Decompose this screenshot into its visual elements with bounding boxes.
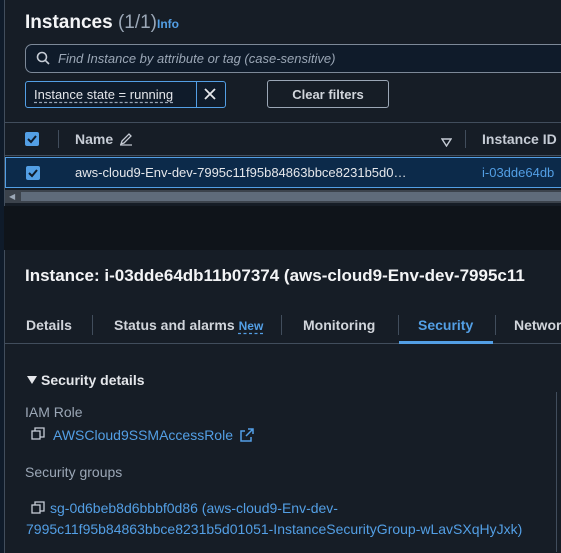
instance-count: (1/1) (117, 12, 158, 33)
security-details-title: Security details (41, 372, 145, 388)
iam-role-label: IAM Role (25, 404, 83, 420)
tab-status-label: Status and alarms (114, 317, 235, 333)
iam-role-link[interactable]: AWSCloud9SSMAccessRole (53, 427, 254, 443)
tab-details[interactable]: Details (26, 317, 72, 333)
page-title: Instances (1/1) (25, 12, 157, 34)
column-header-name[interactable]: Name (75, 131, 133, 147)
copy-icon[interactable] (31, 427, 45, 446)
column-header-instance-id[interactable]: Instance ID (482, 131, 557, 147)
search-icon (36, 51, 50, 70)
close-icon[interactable] (202, 86, 218, 107)
tab-monitoring[interactable]: Monitoring (303, 317, 375, 333)
tab-security[interactable]: Security (418, 317, 473, 333)
clear-filters-button[interactable]: Clear filters (267, 80, 389, 108)
tab-status-and-alarms[interactable]: Status and alarms New (114, 317, 263, 333)
copy-icon[interactable] (31, 501, 45, 520)
row-checkbox[interactable] (26, 166, 40, 180)
instances-panel: Instances (1/1) Info Find Instance by at… (4, 0, 561, 206)
tab-divider (398, 315, 399, 335)
security-details-toggle[interactable]: Security details (27, 372, 145, 388)
column-divider (58, 130, 59, 148)
caret-down-icon (27, 376, 37, 384)
instance-detail-panel: Instance: i-03dde64db11b07374 (aws-cloud… (4, 250, 561, 553)
scroll-left-icon[interactable]: ◀ (9, 192, 15, 201)
table-row[interactable]: aws-cloud9-Env-dev-7995c11f95b84863bbce8… (5, 157, 561, 188)
tab-divider (495, 315, 496, 335)
split-panel-divider[interactable] (4, 206, 561, 250)
column-name-label: Name (75, 131, 114, 147)
instance-name-cell: aws-cloud9-Env-dev-7995c11f95b84863bbce8… (75, 165, 407, 180)
active-tab-indicator (399, 341, 493, 344)
page-title-text: Instances (25, 12, 113, 33)
filter-token-label[interactable]: Instance state = running (34, 87, 173, 102)
checkbox-checked-icon (28, 169, 38, 178)
iam-role-value: AWSCloud9SSMAccessRole (53, 427, 233, 443)
horizontal-scrollbar[interactable]: ◀ (5, 190, 561, 203)
tab-divider (92, 315, 93, 335)
token-divider (196, 82, 197, 107)
tab-divider (281, 315, 282, 335)
new-badge: New (238, 319, 264, 333)
scrollbar-thumb[interactable] (21, 192, 561, 201)
instance-detail-title: Instance: i-03dde64db11b07374 (aws-cloud… (25, 266, 525, 285)
column-divider (556, 392, 557, 552)
filter-token[interactable]: Instance state = running (25, 81, 226, 108)
column-divider (465, 130, 466, 148)
security-group-link-line1[interactable]: sg-0d6beb8d6bbbf0d86 (aws-cloud9-Env-dev… (50, 500, 338, 516)
info-link[interactable]: Info (157, 17, 179, 31)
tab-networking[interactable]: Networ (514, 317, 561, 333)
table-header: Name Instance ID (5, 122, 561, 156)
instance-id-link[interactable]: i-03dde64db (482, 165, 554, 180)
sort-down-icon[interactable] (440, 134, 453, 152)
detail-tabs: Details Status and alarms New Monitoring … (5, 308, 561, 344)
checkbox-checked-icon (27, 135, 37, 144)
external-link-icon (240, 428, 254, 442)
security-group-link-line2[interactable]: 7995c11f95b84863bbce8231b5d01051-Instanc… (26, 521, 522, 537)
security-groups-label: Security groups (25, 464, 123, 480)
select-all-checkbox[interactable] (25, 132, 39, 146)
search-placeholder: Find Instance by attribute or tag (case-… (58, 51, 336, 66)
search-input[interactable]: Find Instance by attribute or tag (case-… (25, 44, 561, 73)
edit-icon (120, 133, 133, 146)
